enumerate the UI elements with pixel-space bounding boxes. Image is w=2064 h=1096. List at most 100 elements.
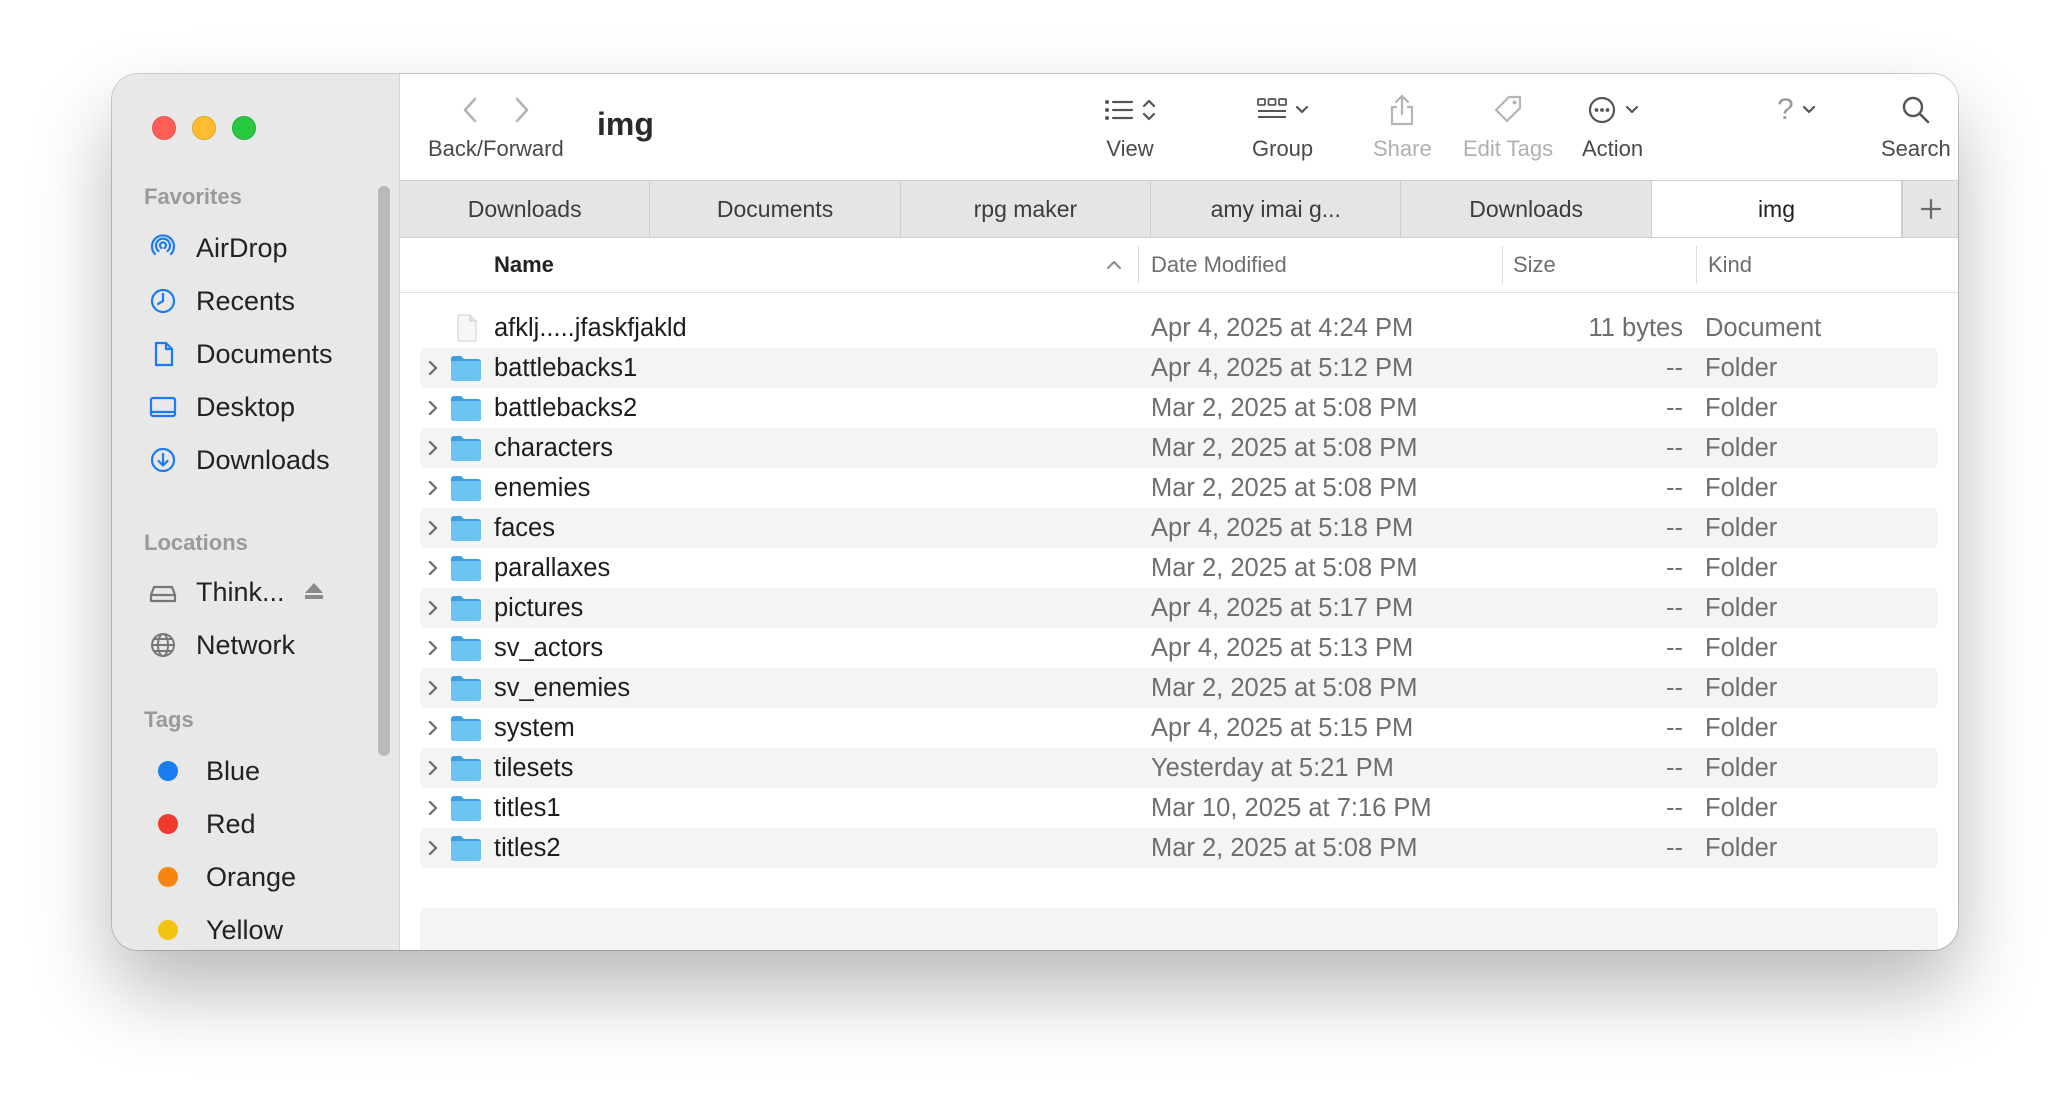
new-tab-button[interactable] [1902, 181, 1958, 237]
sidebar-item-label: Documents [196, 338, 333, 369]
table-row[interactable]: faces Apr 4, 2025 at 5:18 PM -- Folder [420, 508, 1938, 548]
file-name: afklj.....jfaskfjakld [494, 313, 687, 342]
folder-icon [451, 596, 481, 621]
tab-documents[interactable]: Documents [650, 181, 901, 237]
back-arrow-icon[interactable] [461, 96, 479, 124]
ellipsis-circle-icon [1588, 96, 1615, 124]
minimize-button[interactable] [192, 116, 216, 140]
file-date-modified: Yesterday at 5:21 PM [1151, 753, 1394, 782]
share-button[interactable]: Share [1373, 74, 1432, 162]
disclosure-chevron-icon[interactable] [426, 558, 440, 578]
file-date-modified: Mar 2, 2025 at 5:08 PM [1151, 393, 1418, 422]
forward-arrow-icon[interactable] [513, 96, 531, 124]
drive-icon [148, 577, 178, 607]
table-row[interactable]: parallaxes Mar 2, 2025 at 5:08 PM -- Folder [420, 548, 1938, 588]
sort-ascending-icon[interactable] [1106, 260, 1122, 270]
disclosure-chevron-icon[interactable] [426, 678, 440, 698]
disclosure-chevron-icon[interactable] [426, 838, 440, 858]
favorites-header: Favorites [144, 184, 242, 209]
table-row[interactable]: system Apr 4, 2025 at 5:15 PM -- Folder [420, 708, 1938, 748]
column-name-header[interactable]: Name [494, 252, 554, 278]
sidebar-item-desktop[interactable]: Desktop [148, 387, 295, 427]
globe-icon [148, 630, 178, 660]
tag-color-dot [158, 761, 178, 781]
column-divider[interactable] [1138, 246, 1139, 284]
action-button[interactable]: Action [1582, 74, 1643, 162]
file-date-modified: Apr 4, 2025 at 4:24 PM [1151, 313, 1414, 342]
file-size: -- [1666, 833, 1683, 862]
sidebar-item-network[interactable]: Network [148, 625, 295, 665]
group-button[interactable]: Group [1252, 74, 1313, 162]
file-kind: Folder [1705, 753, 1778, 782]
disclosure-chevron-icon[interactable] [426, 758, 440, 778]
sidebar-item-label: Yellow [206, 914, 284, 945]
window-controls [152, 116, 256, 140]
disclosure-chevron-icon[interactable] [426, 358, 440, 378]
sidebar-tag-yellow[interactable]: Yellow [152, 910, 283, 950]
table-row[interactable]: sv_actors Apr 4, 2025 at 5:13 PM -- Folder [420, 628, 1938, 668]
sidebar-item-documents[interactable]: Documents [148, 334, 333, 374]
disclosure-chevron-icon[interactable] [426, 438, 440, 458]
disclosure-chevron-icon[interactable] [426, 798, 440, 818]
file-kind: Folder [1705, 633, 1778, 662]
file-name: enemies [494, 473, 591, 502]
disclosure-chevron-icon[interactable] [426, 598, 440, 618]
table-row[interactable]: battlebacks1 Apr 4, 2025 at 5:12 PM -- Fold… [420, 348, 1938, 388]
view-button[interactable]: View [1104, 74, 1156, 162]
table-row[interactable]: titles1 Mar 10, 2025 at 7:16 PM -- Folder [420, 788, 1938, 828]
zoom-button[interactable] [232, 116, 256, 140]
table-row[interactable]: sv_enemies Mar 2, 2025 at 5:08 PM -- Folder [420, 668, 1938, 708]
sidebar-item-label: Recents [196, 285, 296, 316]
table-row[interactable]: pictures Apr 4, 2025 at 5:17 PM -- Folder [420, 588, 1938, 628]
table-row[interactable]: afklj.....jfaskfjakld Apr 4, 2025 at 4:24… [420, 308, 1938, 348]
tab-rpg-maker[interactable]: rpg maker [901, 181, 1152, 237]
eject-icon[interactable] [304, 582, 324, 600]
column-divider[interactable] [1502, 246, 1503, 284]
tab-downloads-2[interactable]: Downloads [1401, 181, 1652, 237]
column-divider[interactable] [1696, 246, 1697, 284]
back-forward-label: Back/Forward [428, 136, 564, 161]
column-kind-header[interactable]: Kind [1708, 252, 1752, 278]
close-button[interactable] [152, 116, 176, 140]
table-row[interactable]: characters Mar 2, 2025 at 5:08 PM -- Folder [420, 428, 1938, 468]
disclosure-chevron-icon[interactable] [426, 638, 440, 658]
table-row[interactable]: titles2 Mar 2, 2025 at 5:08 PM -- Folder [420, 828, 1938, 868]
sidebar-tag-blue[interactable]: Blue [152, 751, 260, 791]
sidebar-tag-orange[interactable]: Orange [152, 857, 296, 897]
file-date-modified: Apr 4, 2025 at 5:18 PM [1151, 513, 1414, 542]
sidebar-item-label: Network [196, 629, 296, 660]
desktop-icon [148, 392, 178, 422]
sidebar-tag-red[interactable]: Red [152, 804, 256, 844]
tags-header: Tags [144, 707, 194, 732]
airdrop-icon [148, 233, 178, 263]
search-button[interactable]: Search [1881, 74, 1951, 162]
sidebar-item-downloads[interactable]: Downloads [148, 440, 330, 480]
file-name: pictures [494, 593, 584, 622]
tab-img[interactable]: img [1651, 181, 1903, 237]
disclosure-chevron-icon[interactable] [426, 398, 440, 418]
table-row[interactable]: battlebacks2 Mar 2, 2025 at 5:08 PM -- Fold… [420, 388, 1938, 428]
file-size: -- [1666, 553, 1683, 582]
clock-icon [148, 286, 178, 316]
sidebar-item-think-drive[interactable]: Think... [148, 572, 285, 612]
help-button[interactable]: ? [1777, 74, 1816, 132]
tab-downloads[interactable]: Downloads [400, 181, 651, 237]
edit-tags-button[interactable]: Edit Tags [1463, 74, 1553, 162]
disclosure-chevron-icon[interactable] [426, 718, 440, 738]
file-kind: Folder [1705, 553, 1778, 582]
disclosure-chevron-icon[interactable] [426, 478, 440, 498]
chevron-down-icon [1625, 105, 1638, 114]
column-size-header[interactable]: Size [1513, 252, 1556, 278]
table-row[interactable]: enemies Mar 2, 2025 at 5:08 PM -- Folder [420, 468, 1938, 508]
column-date-header[interactable]: Date Modified [1151, 252, 1287, 278]
sidebar-item-recents[interactable]: Recents [148, 281, 295, 321]
file-name: faces [494, 513, 555, 542]
sidebar-scrollbar[interactable] [378, 186, 390, 756]
view-label: View [1106, 136, 1154, 161]
tab-amy-imai[interactable]: amy imai g... [1151, 181, 1402, 237]
disclosure-chevron-icon[interactable] [426, 518, 440, 538]
table-row[interactable]: tilesets Yesterday at 5:21 PM -- Folder [420, 748, 1938, 788]
sidebar-item-airdrop[interactable]: AirDrop [148, 228, 288, 268]
sidebar-item-label: Downloads [196, 444, 330, 475]
tab-bar: Downloads Documents rpg maker amy imai g… [400, 180, 1958, 238]
